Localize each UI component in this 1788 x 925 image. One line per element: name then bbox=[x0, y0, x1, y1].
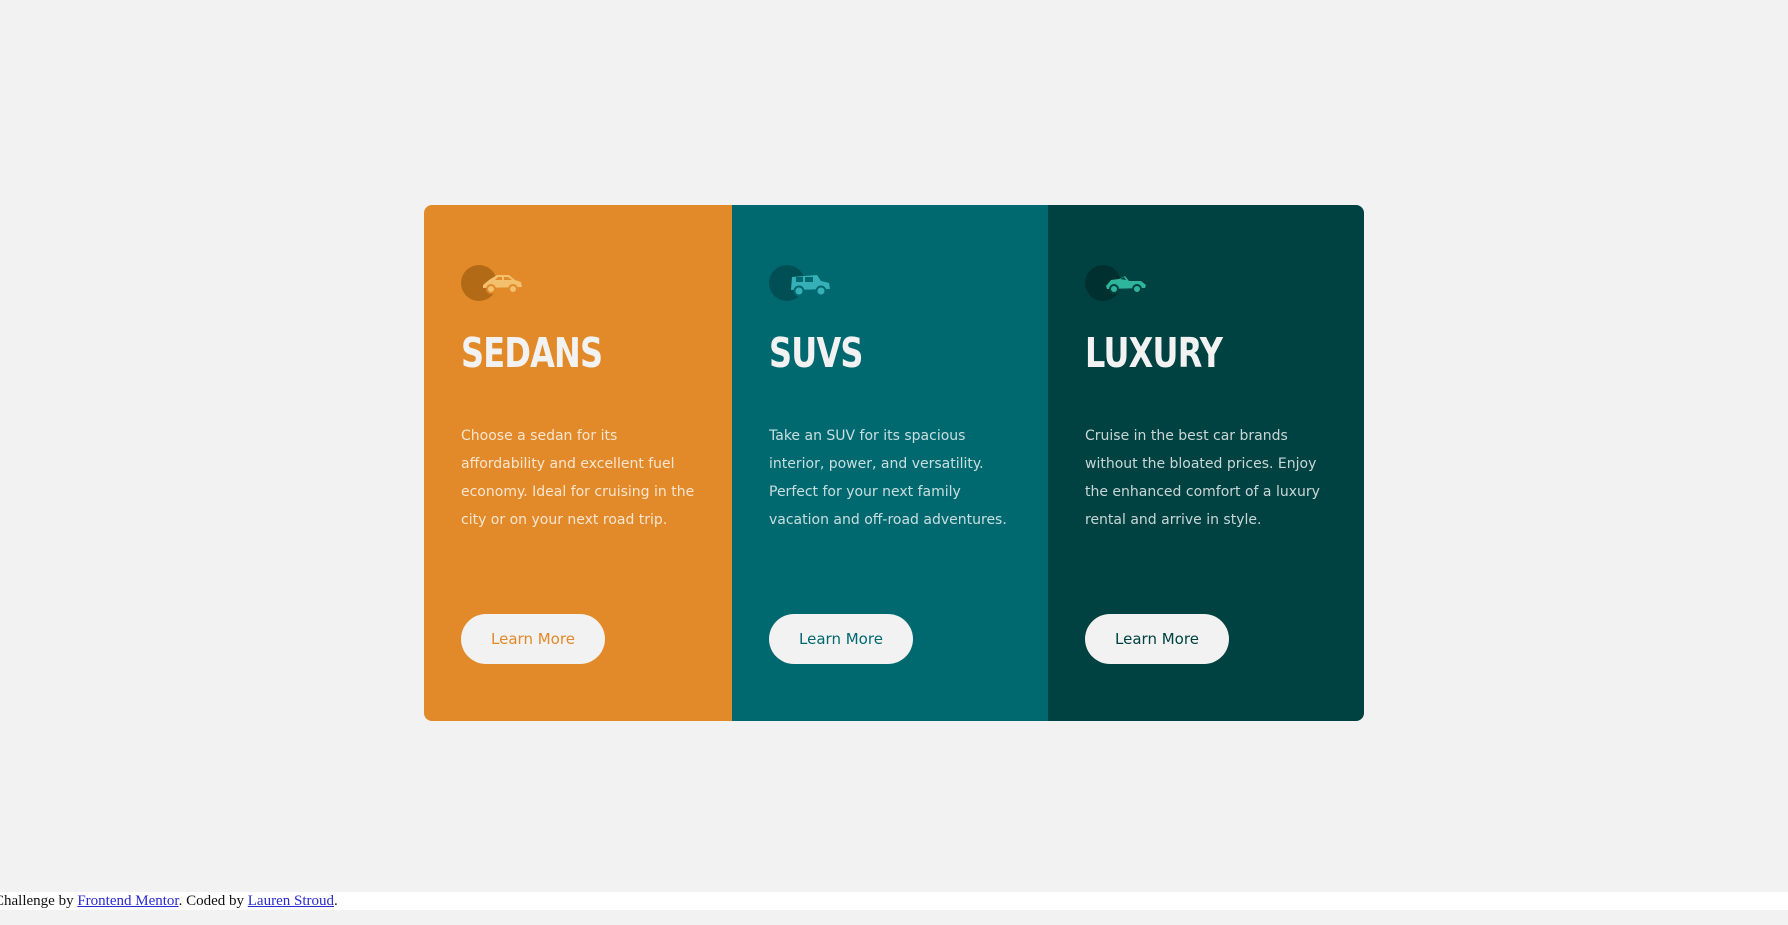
learn-more-button[interactable]: Learn More bbox=[769, 614, 913, 664]
card-description: Take an SUV for its spacious interior, p… bbox=[769, 428, 1007, 528]
car-cards-container: SEDANS Choose a sedan for its affordabil… bbox=[424, 205, 1364, 721]
card-title: LUXURY bbox=[1085, 329, 1223, 377]
card-title: SEDANS bbox=[461, 329, 603, 377]
card-suvs: SUVS Take an SUV for its spacious interi… bbox=[732, 205, 1048, 721]
learn-more-button[interactable]: Learn More bbox=[1085, 614, 1229, 664]
author-link[interactable]: Lauren Stroud bbox=[248, 893, 334, 909]
card-sedans: SEDANS Choose a sedan for its affordabil… bbox=[424, 205, 732, 721]
card-description: Choose a sedan for its affordability and… bbox=[461, 428, 695, 528]
frontend-mentor-link[interactable]: Frontend Mentor bbox=[77, 893, 178, 909]
attribution-suffix: . bbox=[333, 893, 338, 909]
attribution-middle: . Coded by bbox=[178, 893, 248, 909]
card-luxury: LUXURY Cruise in the best car brands wit… bbox=[1048, 205, 1364, 721]
learn-more-button[interactable]: Learn More bbox=[461, 614, 605, 664]
suv-car-icon bbox=[769, 263, 833, 303]
card-description: Cruise in the best car brands without th… bbox=[1085, 428, 1320, 528]
card-title: SUVS bbox=[769, 329, 863, 377]
sedan-car-icon bbox=[461, 263, 525, 303]
attribution-prefix: Challenge by bbox=[0, 893, 78, 909]
attribution-footer: Challenge by Frontend Mentor. Coded by L… bbox=[0, 892, 1788, 910]
luxury-car-icon bbox=[1085, 263, 1149, 303]
